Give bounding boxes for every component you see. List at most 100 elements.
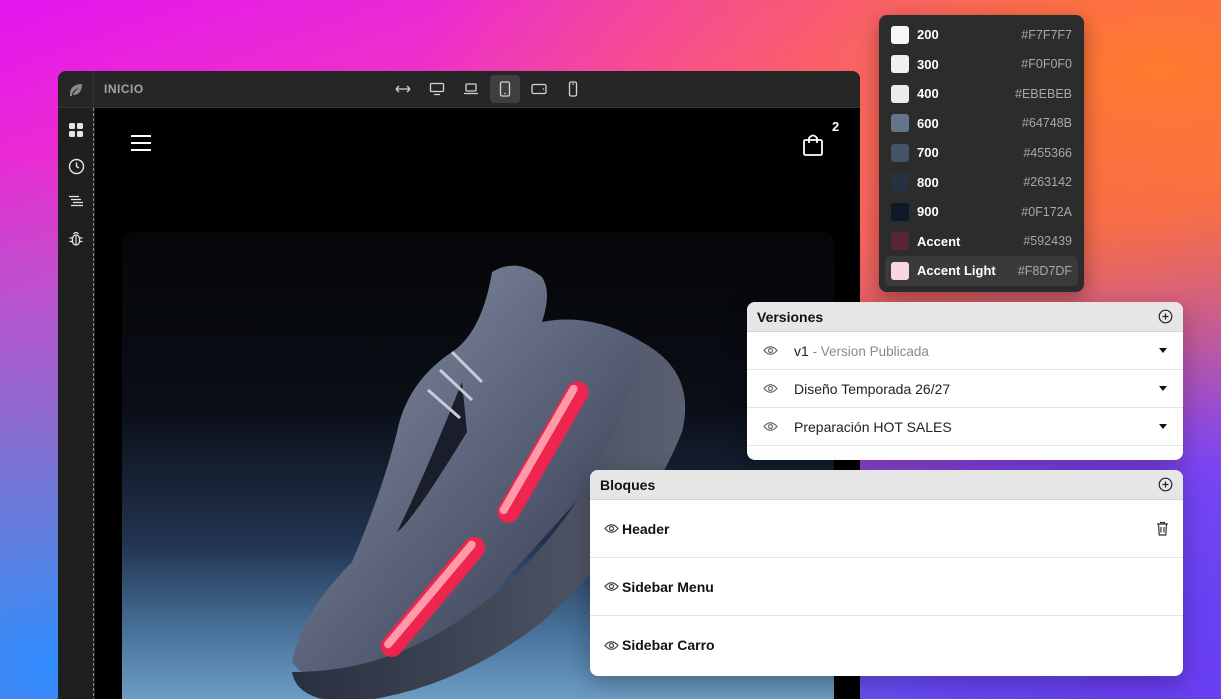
color-name: Accent Light [917,263,996,279]
color-hex: #455366 [1023,145,1072,160]
color-name: 300 [917,56,939,72]
color-hex: #263142 [1023,175,1072,190]
bug-icon [69,231,83,246]
palette-item[interactable]: 600 #64748B [885,109,1078,139]
color-hex: #F0F0F0 [1021,57,1072,72]
editor-left-toolbar [58,108,94,699]
block-label: Sidebar Carro [622,637,715,653]
blocks-tool[interactable] [66,120,86,140]
version-row[interactable]: Preparación HOT SALES [747,408,1183,446]
color-swatch [891,84,909,103]
desktop-icon [429,82,445,96]
laptop-icon [464,83,478,95]
version-status: - Version Publicada [808,343,929,359]
color-hex: #592439 [1023,234,1072,249]
color-swatch [891,173,909,192]
color-name: 800 [917,174,939,190]
color-hex: #64748B [1021,116,1072,131]
blocks-title: Bloques [600,476,656,493]
color-swatch [891,143,909,162]
laptop-button[interactable] [456,75,486,103]
version-label: Preparación HOT SALES [794,418,952,435]
history-tool[interactable] [66,156,86,176]
versions-panel: Versiones v1 - Version Publicada Diseño … [747,302,1183,460]
add-version-icon[interactable] [1158,309,1173,324]
color-hex: #F8D7DF [1017,263,1072,278]
version-row[interactable]: Diseño Temporada 26/27 [747,370,1183,408]
block-row[interactable]: Sidebar Menu [590,558,1183,616]
debug-tool[interactable] [66,228,86,248]
mobile-icon [568,81,578,97]
dropdown-caret-icon[interactable] [1159,348,1167,353]
add-block-icon[interactable] [1158,477,1173,492]
device-switcher [388,75,588,103]
block-label: Header [622,520,670,537]
block-row[interactable]: Header [590,500,1183,558]
cart-count: 2 [832,119,840,134]
blocks-list: Header Sidebar Menu Sidebar Carro [590,500,1183,674]
color-name: 600 [917,115,939,131]
desktop-button[interactable] [422,75,452,103]
text-align-icon [69,195,83,207]
trash-icon[interactable] [1156,521,1169,536]
color-swatch [891,25,909,44]
cart-button[interactable] [802,133,824,162]
tablet-button[interactable] [490,75,520,103]
dropdown-caret-icon[interactable] [1159,386,1167,391]
color-swatch [891,232,909,251]
dropdown-caret-icon[interactable] [1159,424,1167,429]
tablet-landscape-button[interactable] [524,75,554,103]
color-swatch [891,261,909,280]
editor-topbar: INICIO [58,71,860,108]
eye-icon[interactable] [763,421,778,432]
color-swatch [891,55,909,74]
hamburger-icon [131,135,151,151]
color-name: 200 [917,27,939,43]
color-hex: #F7F7F7 [1021,27,1072,42]
tablet-landscape-icon [531,83,547,95]
version-label: Diseño Temporada 26/27 [794,380,951,397]
color-palette-panel: 200 #F7F7F7 300 #F0F0F0 400 #EBEBEB 600 … [879,15,1084,292]
fit-width-button[interactable] [388,75,418,103]
versions-header: Versiones [747,302,1183,332]
eye-icon[interactable] [604,581,619,592]
palette-item[interactable]: 200 #F7F7F7 [885,20,1078,50]
leaf-icon [69,83,82,96]
color-swatch [891,202,909,221]
app-logo[interactable] [58,71,94,108]
layers-tool[interactable] [66,191,86,211]
color-swatch [891,114,909,133]
blocks-header: Bloques [590,470,1183,500]
color-name: 900 [917,204,939,220]
palette-item[interactable]: Accent #592439 [885,227,1078,257]
palette-item[interactable]: 800 #263142 [885,168,1078,198]
block-row[interactable]: Sidebar Carro [590,616,1183,674]
eye-icon[interactable] [763,345,778,356]
grid-icon [69,123,83,137]
menu-button[interactable] [130,134,152,157]
clock-icon [68,158,84,174]
eye-icon[interactable] [604,523,619,534]
version-label: v1 - Version Publicada [794,342,929,359]
fit-width-icon [395,85,411,93]
version-row[interactable]: v1 - Version Publicada [747,332,1183,370]
palette-item[interactable]: 900 #0F172A [885,197,1078,227]
color-name: 400 [917,86,939,102]
color-hex: #EBEBEB [1015,86,1072,101]
palette-item[interactable]: 400 #EBEBEB [885,79,1078,109]
shopping-bag-icon [803,134,823,156]
palette-item[interactable]: 700 #455366 [885,138,1078,168]
page-name[interactable]: INICIO [104,82,144,96]
eye-icon[interactable] [604,640,619,651]
palette-item[interactable]: 300 #F0F0F0 [885,50,1078,80]
versions-title: Versiones [757,308,824,325]
eye-icon[interactable] [763,383,778,394]
versions-list: v1 - Version Publicada Diseño Temporada … [747,332,1183,446]
color-name: Accent [917,233,961,249]
color-hex: #0F172A [1021,204,1072,219]
blocks-panel: Bloques Header Sidebar Menu Sidebar Carr… [590,470,1183,676]
color-name: 700 [917,145,939,161]
mobile-button[interactable] [558,75,588,103]
block-label: Sidebar Menu [622,578,714,595]
palette-item[interactable]: Accent Light #F8D7DF [885,256,1078,286]
